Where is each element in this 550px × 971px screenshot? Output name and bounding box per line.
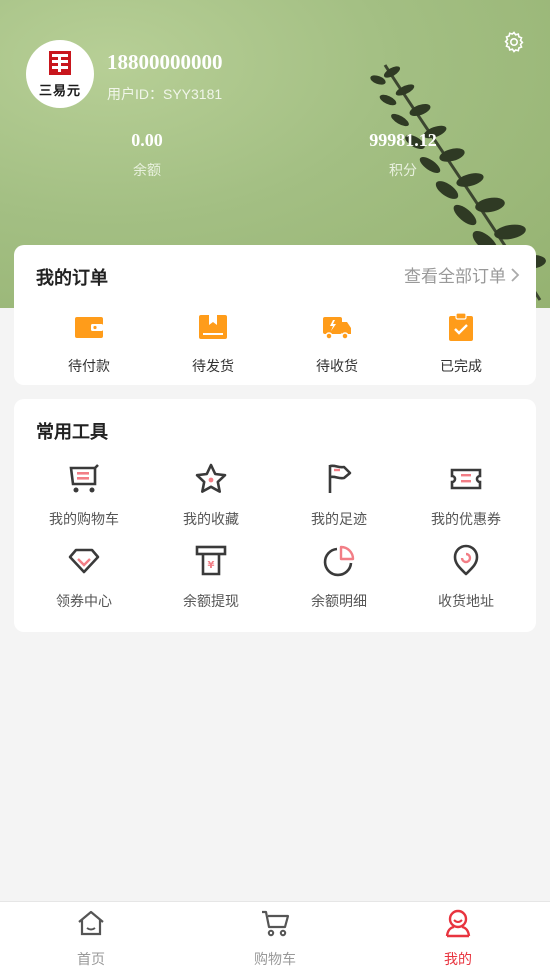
avatar[interactable]: 三易元 [26, 40, 94, 108]
tool-balance-detail-label: 余额明细 [311, 593, 367, 609]
tool-my-footprints[interactable]: 我的足迹 [284, 462, 394, 529]
tool-coupon-center[interactable]: 领券中心 [29, 544, 139, 611]
tool-balance-withdraw-label: 余额提现 [183, 593, 239, 609]
order-pending-shipment-label: 待发货 [192, 358, 234, 374]
bottom-tab-bar: 首页 购物车 我的 [0, 901, 550, 971]
settings-gear-icon[interactable] [502, 30, 526, 54]
home-icon [78, 910, 104, 936]
view-all-orders-label: 查看全部订单 [404, 267, 506, 286]
location-pin-icon [453, 544, 479, 576]
star-icon [195, 463, 227, 493]
user-phone: 18800000000 [107, 50, 223, 74]
orders-title: 我的订单 [36, 268, 108, 288]
tool-my-coupons-label: 我的优惠券 [431, 511, 501, 527]
tool-my-cart-label: 我的购物车 [49, 511, 119, 527]
withdraw-icon: ¥ [195, 545, 227, 576]
tool-balance-withdraw[interactable]: ¥ 余额提现 [156, 544, 266, 611]
brand-logo-icon [49, 51, 71, 75]
order-pending-payment[interactable]: 待付款 [39, 313, 139, 376]
tab-cart-label: 购物车 [254, 951, 296, 967]
wallet-icon [75, 317, 103, 338]
tool-shipping-address-label: 收货地址 [438, 593, 494, 609]
tab-cart[interactable]: 购物车 [215, 908, 335, 969]
tool-my-favorites-label: 我的收藏 [183, 511, 239, 527]
order-completed-label: 已完成 [440, 358, 482, 374]
balance-label: 余额 [133, 162, 161, 178]
cart-icon [69, 464, 99, 493]
balance-value: 0.00 [131, 130, 163, 150]
order-pending-payment-label: 待付款 [68, 358, 110, 374]
tool-shipping-address[interactable]: 收货地址 [411, 544, 521, 611]
tool-my-coupons[interactable]: 我的优惠券 [411, 462, 521, 529]
order-pending-receipt[interactable]: 待收货 [287, 313, 387, 376]
tools-title: 常用工具 [36, 422, 108, 442]
view-all-orders-link[interactable]: 查看全部订单 [404, 262, 520, 287]
clipboard-check-icon [449, 312, 473, 341]
points-stat[interactable]: 99981.12 积分 [333, 130, 473, 180]
my-orders-card: 我的订单 查看全部订单 待付款 待发货 待收货 已完成 [14, 245, 536, 385]
svg-text:¥: ¥ [208, 560, 215, 571]
tool-my-footprints-label: 我的足迹 [311, 511, 367, 527]
tool-balance-detail[interactable]: 余额明细 [284, 544, 394, 611]
order-completed[interactable]: 已完成 [411, 312, 511, 376]
diamond-icon [68, 548, 100, 574]
tool-coupon-center-label: 领券中心 [56, 593, 112, 609]
user-id: 用户ID：SYY3181 [107, 86, 223, 102]
points-label: 积分 [389, 162, 417, 178]
tab-profile-label: 我的 [444, 951, 472, 967]
balance-stat[interactable]: 0.00 余额 [77, 130, 217, 180]
common-tools-card: 常用工具 我的购物车 我的收藏 我的足迹 我的优惠券 领券中心 ¥ 余额提现 余… [14, 399, 536, 632]
tool-my-cart[interactable]: 我的购物车 [29, 462, 139, 529]
package-icon [199, 315, 227, 339]
cart-icon [262, 910, 290, 937]
user-icon [445, 909, 471, 938]
brand-logo-text: 三易元 [38, 84, 81, 99]
order-pending-shipment[interactable]: 待发货 [163, 313, 263, 376]
order-pending-receipt-label: 待收货 [316, 358, 358, 374]
tab-home-label: 首页 [77, 951, 105, 967]
tab-profile[interactable]: 我的 [398, 908, 518, 969]
chevron-right-icon [511, 267, 520, 282]
flag-icon [328, 464, 352, 493]
tab-home[interactable]: 首页 [31, 908, 151, 969]
pie-chart-icon [323, 545, 355, 577]
truck-icon [323, 317, 351, 340]
coupon-icon [450, 468, 482, 490]
points-value: 99981.12 [369, 130, 437, 150]
tool-my-favorites[interactable]: 我的收藏 [156, 462, 266, 529]
